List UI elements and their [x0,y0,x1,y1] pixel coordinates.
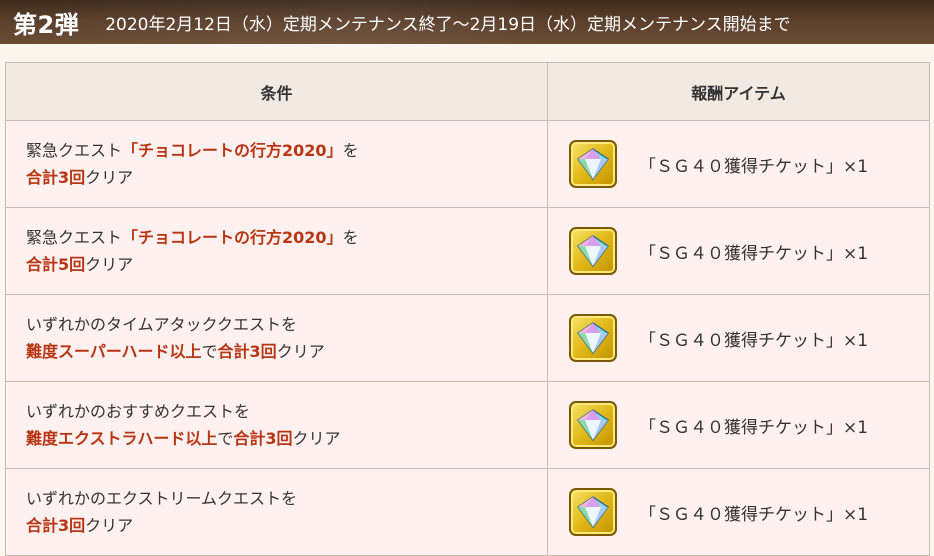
condition-emphasis: 合計3回 [26,168,86,187]
condition-emphasis: 「チョコレートの行方2020」 [122,141,343,160]
condition-emphasis: 合計5回 [26,255,86,274]
condition-emphasis: 合計3回 [217,342,277,361]
campaign-banner: 第2弾 2020年2月12日（水）定期メンテナンス終了～2月19日（水）定期メン… [0,0,934,44]
condition-text: を [342,228,359,247]
condition-line1: 緊急クエスト「チョコレートの行方2020」を [26,137,547,164]
banner-title: 第2弾 [13,10,80,39]
condition-line1: いずれかのおすすめクエストを [26,398,547,425]
sg-ticket-gem-icon [569,488,617,536]
reward-label: 「ＳＧ４０獲得チケット」×1 [639,330,869,351]
table-row: 緊急クエスト「チョコレートの行方2020」を 合計3回クリア 「ＳＧ４０獲得チケット… [5,120,930,208]
banner-period: 2020年2月12日（水）定期メンテナンス終了～2月19日（水）定期メンテナンス… [105,14,791,35]
condition-line2: 合計3回クリア [26,164,547,191]
condition-line1: いずれかのエクストリームクエストを [26,485,547,512]
condition-cell: 緊急クエスト「チョコレートの行方2020」を 合計5回クリア [5,207,548,295]
table-header-row: 条件 報酬アイテム [5,62,930,121]
reward-cell: 「ＳＧ４０獲得チケット」×1 [547,381,930,469]
sg-ticket-gem-icon [569,401,617,449]
condition-line1: いずれかのタイムアタッククエストを [26,311,547,338]
condition-emphasis: 「チョコレートの行方2020」 [122,228,343,247]
condition-line2: 合計5回クリア [26,251,547,278]
sg-ticket-gem-icon [569,314,617,362]
condition-text: クリア [85,255,134,274]
condition-text: を [342,141,359,160]
condition-emphasis: 合計3回 [233,429,293,448]
sg-ticket-gem-icon [569,140,617,188]
condition-emphasis: 合計3回 [26,516,86,535]
table-row: 緊急クエスト「チョコレートの行方2020」を 合計5回クリア 「ＳＧ４０獲得チケット… [5,207,930,295]
condition-emphasis: 難度エクストラハード以上 [26,429,218,448]
condition-emphasis: 難度スーパーハード以上 [26,342,202,361]
condition-cell: 緊急クエスト「チョコレートの行方2020」を 合計3回クリア [5,120,548,208]
condition-line2: 合計3回クリア [26,512,547,539]
condition-text: で [217,429,234,448]
condition-text: クリア [276,342,325,361]
reward-cell: 「ＳＧ４０獲得チケット」×1 [547,294,930,382]
condition-text: 緊急クエスト [26,228,123,247]
condition-text: クリア [85,516,134,535]
column-header-reward: 報酬アイテム [547,62,930,121]
condition-text: クリア [292,429,341,448]
condition-line1: 緊急クエスト「チョコレートの行方2020」を [26,224,547,251]
reward-cell: 「ＳＧ４０獲得チケット」×1 [547,120,930,208]
condition-cell: いずれかのおすすめクエストを 難度エクストラハード以上で合計3回クリア [5,381,548,469]
condition-text: いずれかのタイムアタッククエストを [26,315,298,334]
reward-label: 「ＳＧ４０獲得チケット」×1 [639,417,869,438]
table-row: いずれかのエクストリームクエストを 合計3回クリア 「ＳＧ４０獲得チケット」×1 [5,468,930,556]
condition-text: 緊急クエスト [26,141,123,160]
condition-text: で [201,342,218,361]
condition-text: クリア [85,168,134,187]
sg-ticket-gem-icon [569,227,617,275]
table-row: いずれかのタイムアタッククエストを 難度スーパーハード以上で合計3回クリア 「ＳＧ４… [5,294,930,382]
column-header-condition: 条件 [5,62,548,121]
table-row: いずれかのおすすめクエストを 難度エクストラハード以上で合計3回クリア 「ＳＧ４０獲… [5,381,930,469]
condition-text: いずれかのエクストリームクエストを [26,489,298,508]
reward-cell: 「ＳＧ４０獲得チケット」×1 [547,468,930,556]
reward-label: 「ＳＧ４０獲得チケット」×1 [639,504,869,525]
condition-cell: いずれかのエクストリームクエストを 合計3回クリア [5,468,548,556]
condition-cell: いずれかのタイムアタッククエストを 難度スーパーハード以上で合計3回クリア [5,294,548,382]
condition-text: いずれかのおすすめクエストを [26,402,251,421]
mission-reward-table: 条件 報酬アイテム 緊急クエスト「チョコレートの行方2020」を 合計3回クリア「… [5,62,930,556]
reward-label: 「ＳＧ４０獲得チケット」×1 [639,156,869,177]
reward-cell: 「ＳＧ４０獲得チケット」×1 [547,207,930,295]
condition-line2: 難度エクストラハード以上で合計3回クリア [26,425,547,452]
condition-line2: 難度スーパーハード以上で合計3回クリア [26,338,547,365]
reward-label: 「ＳＧ４０獲得チケット」×1 [639,243,869,264]
